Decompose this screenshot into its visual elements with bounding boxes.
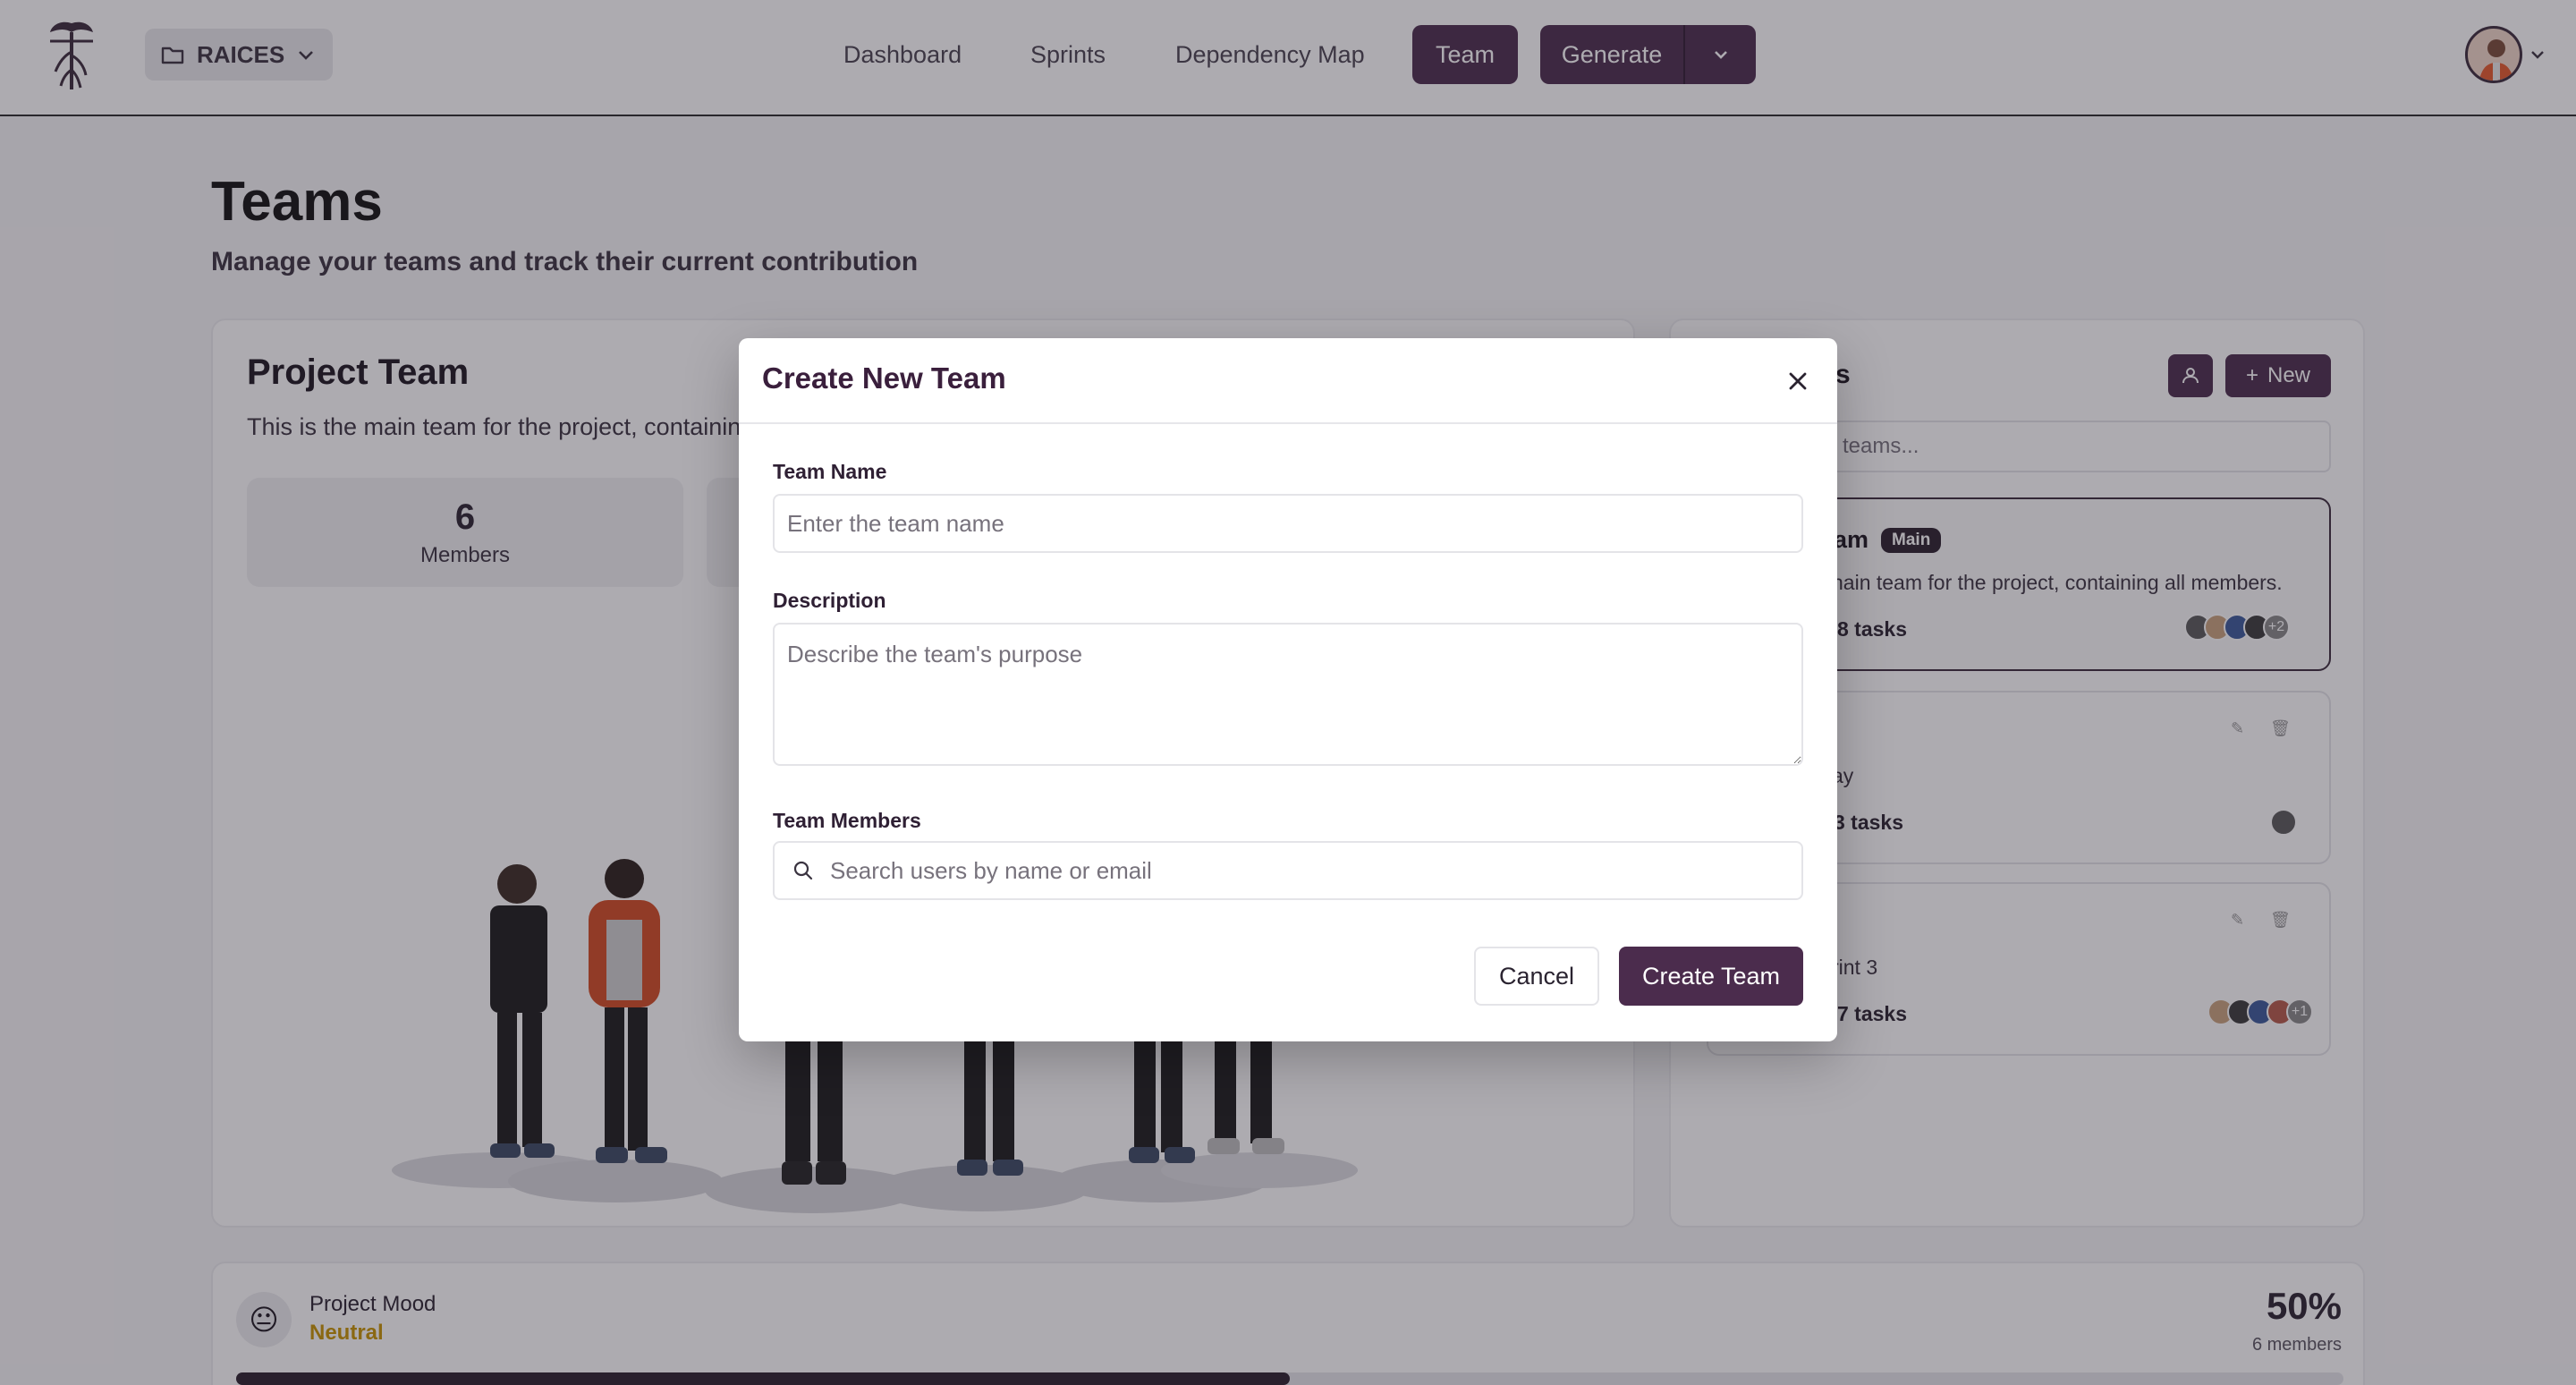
create-team-dialog: Create New Team Team Name Description Te…: [739, 338, 1837, 1041]
description-textarea[interactable]: [773, 623, 1803, 766]
dialog-title: Create New Team: [762, 361, 1006, 395]
create-team-button[interactable]: Create Team: [1619, 947, 1803, 1006]
close-icon: [1789, 372, 1807, 390]
member-search-field: [773, 841, 1803, 900]
team-name-input[interactable]: [773, 494, 1803, 553]
close-button[interactable]: [1782, 365, 1814, 397]
team-name-label: Team Name: [773, 460, 887, 483]
search-icon: [793, 861, 813, 880]
member-search-input[interactable]: [830, 844, 1801, 897]
dialog-header: Create New Team: [739, 338, 1837, 424]
team-members-label: Team Members: [773, 809, 921, 832]
description-label: Description: [773, 589, 886, 612]
cancel-button[interactable]: Cancel: [1474, 947, 1599, 1006]
